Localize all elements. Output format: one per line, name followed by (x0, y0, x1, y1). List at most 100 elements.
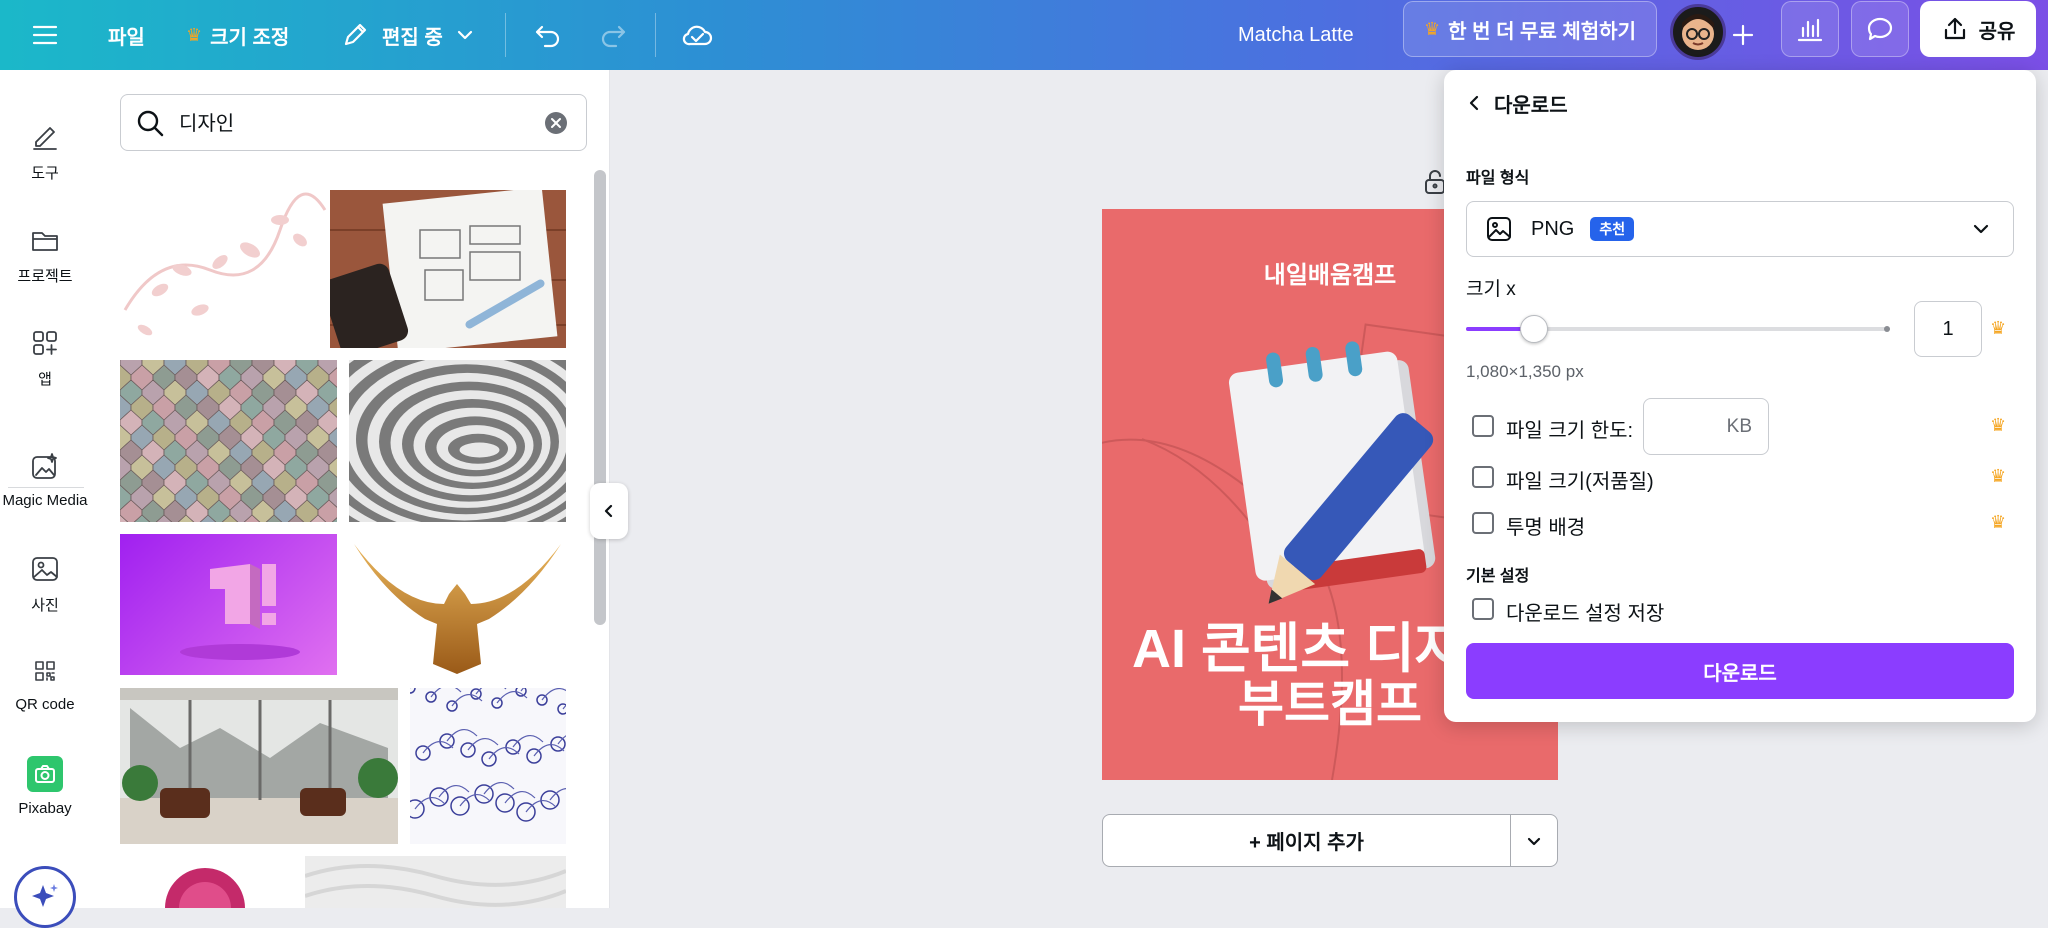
undo-button[interactable] (532, 0, 564, 70)
doc-title[interactable]: Matcha Latte (1238, 0, 1354, 70)
save-status-button[interactable] (680, 0, 714, 70)
edit-mode-dropdown[interactable]: 편집 중 (340, 0, 475, 70)
clear-search-button[interactable] (545, 112, 567, 134)
user-avatar-icon (1682, 14, 1714, 50)
spiral-abstract-thumbnail[interactable] (349, 360, 566, 522)
save-settings-checkbox[interactable] (1472, 598, 1494, 620)
rail-item-tools[interactable]: 도구 (0, 120, 90, 183)
transparent-bg-label: 투명 배경 (1506, 517, 1586, 539)
rail-item-magic-media[interactable]: Magic Media (0, 450, 90, 509)
collapse-panel-button[interactable] (590, 483, 628, 539)
dimensions-text: 1,080×1,350 px (1466, 362, 1584, 381)
search-box[interactable] (120, 94, 587, 151)
qr-code-icon (35, 661, 55, 681)
pink-flower-thumbnail[interactable] (120, 856, 290, 908)
magic-assistant-button[interactable] (14, 866, 76, 928)
free-trial-label: 한 번 더 무료 체험하기 (1448, 20, 1636, 43)
file-menu-label: 파일 (108, 26, 145, 49)
tile-pattern-thumbnail[interactable] (120, 360, 337, 522)
size-slider[interactable] (1466, 315, 1890, 343)
share-button[interactable]: 공유 (1920, 1, 2036, 57)
chevron-down-icon (1527, 837, 1541, 845)
golden-eagle-thumbnail[interactable] (349, 534, 566, 675)
add-page-button[interactable]: + 페이지 추가 (1102, 814, 1511, 867)
add-page-label: + 페이지 추가 (1249, 832, 1364, 854)
invite-button[interactable] (1730, 0, 1756, 70)
close-icon (551, 118, 561, 128)
free-trial-button[interactable]: ♛ 한 번 더 무료 체험하기 (1403, 1, 1657, 57)
rail-item-label: QR code (15, 696, 75, 713)
crown-icon: ♛ (1990, 466, 2007, 486)
blue-floral-pattern-thumbnail[interactable] (410, 688, 566, 844)
number-one-3d-thumbnail[interactable] (120, 534, 337, 675)
folder-icon (32, 232, 58, 251)
rail-item-pixabay[interactable]: Pixabay (0, 756, 90, 817)
cloud-check-icon (682, 25, 713, 46)
download-back-button[interactable]: 다운로드 (1466, 88, 1568, 118)
rail-item-projects[interactable]: 프로젝트 (0, 223, 90, 286)
size-multiplier-input[interactable]: 1 (1914, 301, 1982, 357)
redo-button[interactable] (597, 0, 629, 70)
rail-item-photos[interactable]: 사진 (0, 552, 90, 615)
download-button-label: 다운로드 (1703, 662, 1777, 685)
size-slider-end (1884, 326, 1890, 332)
share-label: 공유 (1978, 20, 2016, 43)
pen-tool-icon (33, 127, 57, 150)
floral-ornament-thumbnail[interactable] (120, 190, 328, 348)
low-quality-checkbox[interactable] (1472, 466, 1494, 488)
chevron-left-icon (1469, 95, 1479, 111)
menu-button[interactable] (30, 0, 60, 70)
size-slider-handle[interactable] (1519, 315, 1548, 343)
download-button[interactable]: 다운로드 (1466, 643, 2014, 699)
doc-title-text: Matcha Latte (1238, 23, 1354, 46)
add-page-options-button[interactable] (1510, 814, 1558, 867)
file-menu-button[interactable]: 파일 (108, 0, 145, 70)
file-size-limit-checkbox[interactable] (1472, 415, 1494, 437)
toolbar-divider (505, 13, 506, 57)
magic-image-icon (32, 453, 57, 479)
rail-item-label: Magic Media (2, 492, 88, 509)
white-texture-thumbnail[interactable] (305, 856, 566, 908)
rail-item-qr-code[interactable]: QR code (0, 654, 90, 713)
comments-button[interactable] (1851, 1, 1909, 57)
download-title: 다운로드 (1494, 94, 1568, 117)
chevron-left-icon (604, 504, 613, 518)
bar-chart-icon (1797, 18, 1823, 42)
rail-item-label: 프로젝트 (17, 268, 73, 285)
rail-item-label: 사진 (31, 597, 59, 614)
hamburger-icon (32, 25, 58, 45)
pixabay-icon (27, 756, 63, 792)
top-toolbar: 파일 ♛ 크기 조정 편집 중 Matcha Latte ♛ 한 번 더 무료 … (0, 0, 2048, 70)
avatar[interactable] (1670, 4, 1726, 60)
rail-item-label: 도구 (31, 165, 59, 182)
file-type-select[interactable]: PNG 추천 (1466, 201, 2014, 257)
chevron-down-icon (1973, 224, 1989, 234)
crown-icon: ♛ (186, 24, 203, 45)
resize-label: 크기 조정 (210, 26, 290, 49)
image-icon (1487, 217, 1511, 241)
rail-item-label: Pixabay (18, 800, 72, 817)
rail-item-label: 앱 (38, 371, 52, 388)
chevron-down-icon (457, 30, 472, 40)
crown-icon: ♛ (1424, 18, 1441, 39)
edit-mode-label: 편집 중 (382, 26, 443, 49)
search-input[interactable] (177, 109, 517, 134)
file-size-limit-label: 파일 크기 한도: (1506, 420, 1634, 442)
transparent-bg-checkbox[interactable] (1472, 512, 1494, 534)
panel-scrollbar[interactable] (594, 170, 606, 625)
left-rail: 도구 프로젝트 앱 Magic Media 사진 QR code Pixabay (0, 70, 90, 928)
file-type-value: PNG (1531, 217, 1575, 240)
file-size-limit-input[interactable]: KB (1643, 398, 1769, 455)
comment-icon (1867, 17, 1893, 41)
analytics-button[interactable] (1781, 1, 1839, 57)
toolbar-divider (655, 13, 656, 57)
resize-button[interactable]: ♛ 크기 조정 (186, 0, 289, 70)
notebook-sketch-thumbnail[interactable] (330, 190, 566, 348)
plus-icon (1732, 24, 1754, 46)
interior-lounge-thumbnail[interactable] (120, 688, 398, 844)
search-icon (137, 110, 164, 137)
size-multiplier-value: 1 (1942, 317, 1954, 340)
file-type-label: 파일 형식 (1466, 170, 1530, 187)
rail-item-apps[interactable]: 앱 (0, 326, 90, 389)
size-label: 크기 x (1466, 279, 1516, 300)
